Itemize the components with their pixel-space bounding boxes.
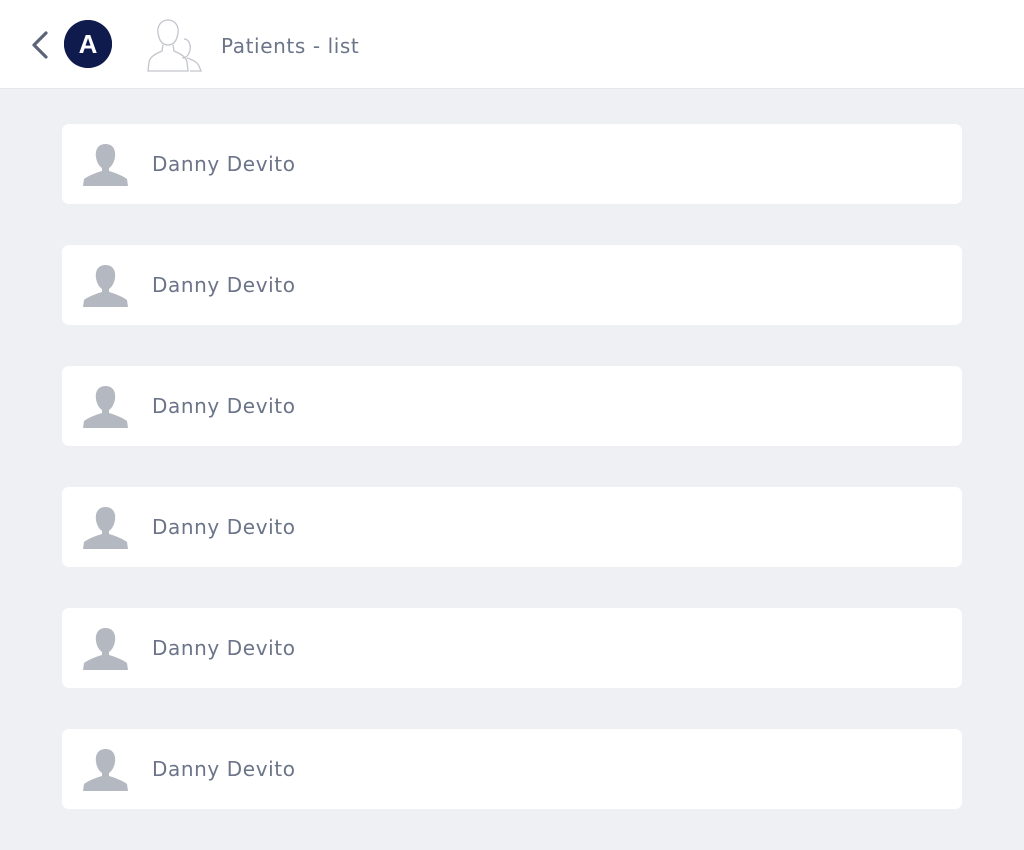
back-button[interactable]: [26, 28, 56, 62]
patient-list-item[interactable]: Danny Devito: [62, 729, 962, 809]
user-avatar-icon: [83, 265, 128, 307]
patient-list-item[interactable]: Danny Devito: [62, 245, 962, 325]
app-header: A Patients - list: [0, 0, 1024, 89]
patient-name: Danny Devito: [152, 152, 296, 176]
patient-name: Danny Devito: [152, 757, 296, 781]
patient-name: Danny Devito: [152, 515, 296, 539]
svg-text:A: A: [79, 29, 98, 59]
page-title: Patients - list: [221, 34, 360, 58]
patient-list-item[interactable]: Danny Devito: [62, 608, 962, 688]
patient-list-item[interactable]: Danny Devito: [62, 487, 962, 567]
patient-name: Danny Devito: [152, 273, 296, 297]
user-avatar-icon: [83, 628, 128, 670]
patients-icon: [146, 17, 206, 73]
patients-list: Danny Devito Danny Devito Danny Devito D…: [62, 124, 962, 850]
patient-name: Danny Devito: [152, 394, 296, 418]
user-avatar-icon: [83, 386, 128, 428]
user-avatar-icon: [83, 749, 128, 791]
user-avatar-icon: [83, 507, 128, 549]
user-avatar-icon: [83, 144, 128, 186]
logo-letter-icon: A: [64, 20, 112, 68]
patient-list-item[interactable]: Danny Devito: [62, 124, 962, 204]
patient-list-item[interactable]: Danny Devito: [62, 366, 962, 446]
chevron-left-icon: [32, 31, 48, 59]
patient-name: Danny Devito: [152, 636, 296, 660]
app-logo[interactable]: A: [64, 20, 112, 68]
